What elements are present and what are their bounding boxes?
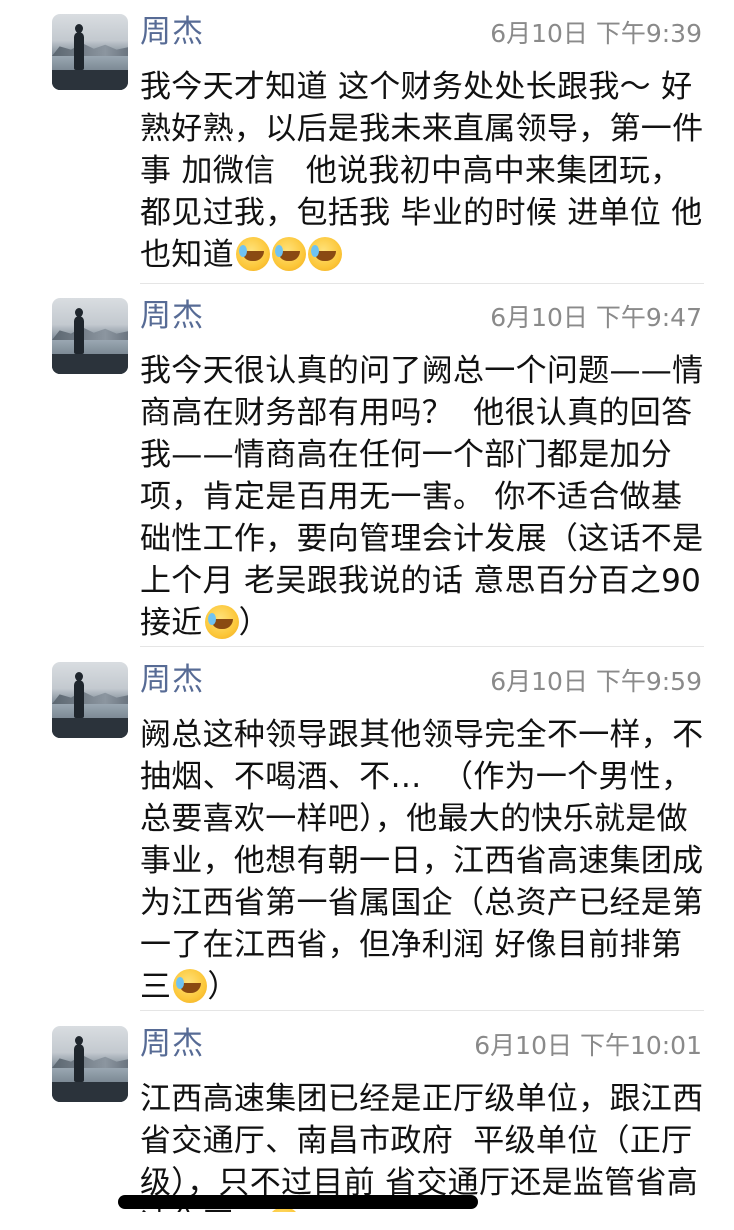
home-indicator[interactable] xyxy=(118,1195,478,1209)
tears-of-joy-emoji xyxy=(271,237,306,271)
chat-history-page: 周杰 6月10日 下午9:39 我今天才知道 这个财务处处长跟我～ 好熟好熟，以… xyxy=(0,0,734,1230)
tears-of-joy-emoji xyxy=(307,237,342,271)
message-timestamp: 6月10日 下午9:47 xyxy=(490,303,702,332)
sender-name[interactable]: 周杰 xyxy=(140,662,204,698)
message-timestamp: 6月10日 下午9:39 xyxy=(490,19,702,48)
sender-name[interactable]: 周杰 xyxy=(140,1026,204,1062)
bottom-fade xyxy=(0,1212,734,1230)
avatar[interactable] xyxy=(52,14,128,90)
tears-of-joy-emoji xyxy=(204,605,239,639)
message-text: 阙总这种领导跟其他领导完全不一样，不抽烟、不喝酒、不… （作为一个男性，总要喜欢… xyxy=(140,717,704,1005)
message-text: 我今天才知道 这个财务处处长跟我～ 好熟好熟，以后是我未来直属领导，第一件事 加… xyxy=(140,69,704,273)
message-timestamp: 6月10日 下午10:01 xyxy=(474,1031,702,1060)
tears-of-joy-emoji xyxy=(235,237,270,271)
avatar[interactable] xyxy=(52,298,128,374)
avatar[interactable] xyxy=(52,662,128,738)
sender-name[interactable]: 周杰 xyxy=(140,14,204,50)
divider xyxy=(140,646,704,647)
avatar[interactable] xyxy=(52,1026,128,1102)
message-text: 我今天很认真的问了阙总一个问题——情商高在财务部有用吗？ 他很认真的回答我——情… xyxy=(140,353,704,641)
divider xyxy=(140,283,704,284)
tears-of-joy-emoji xyxy=(173,969,208,1003)
divider xyxy=(140,1010,704,1011)
sender-name[interactable]: 周杰 xyxy=(140,298,204,334)
message-timestamp: 6月10日 下午9:59 xyxy=(490,667,702,696)
